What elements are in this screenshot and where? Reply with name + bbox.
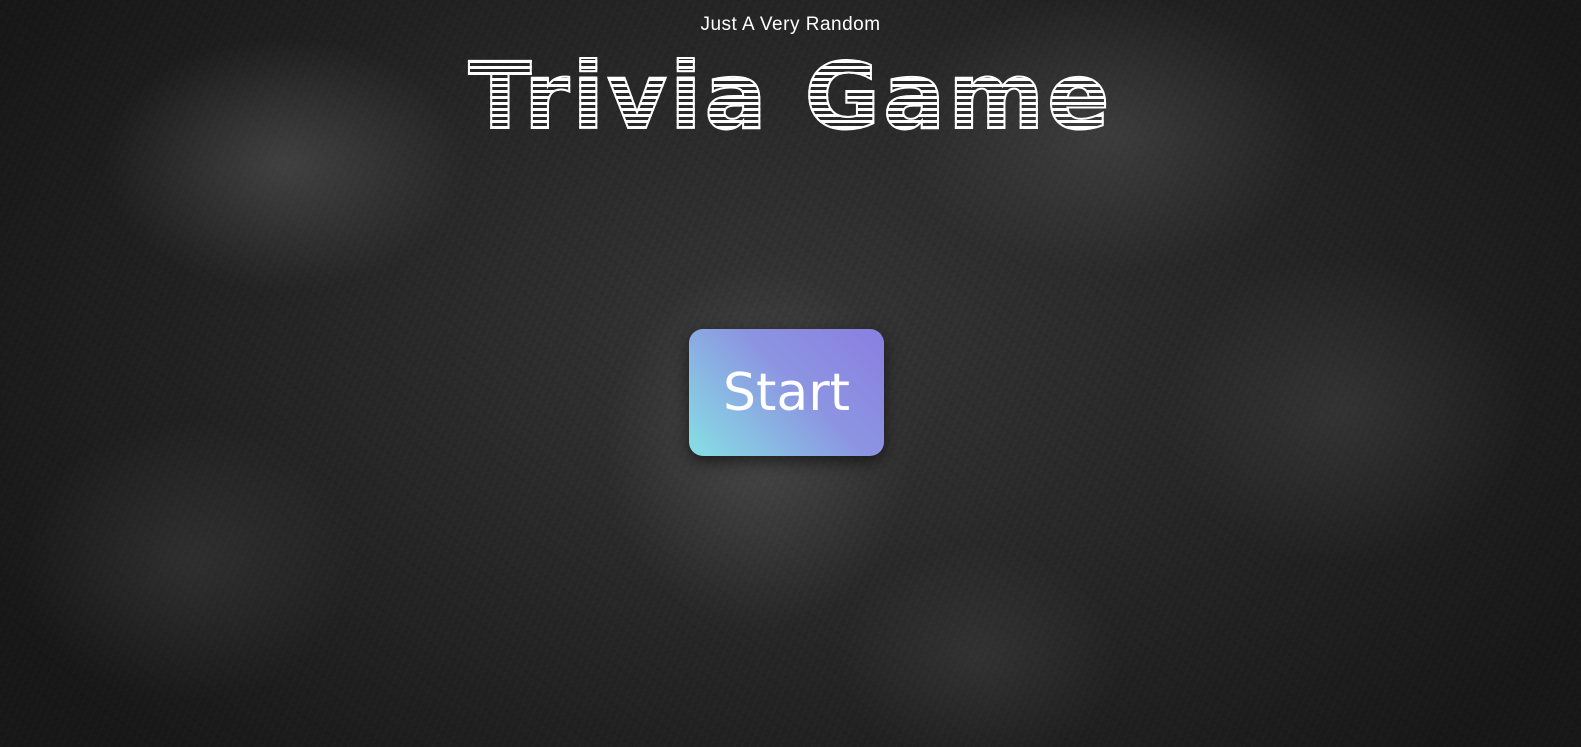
start-button[interactable]: Start [689, 329, 884, 456]
page-title: Trivia Game [0, 42, 1581, 152]
page-subtitle: Just A Very Random [700, 14, 881, 35]
